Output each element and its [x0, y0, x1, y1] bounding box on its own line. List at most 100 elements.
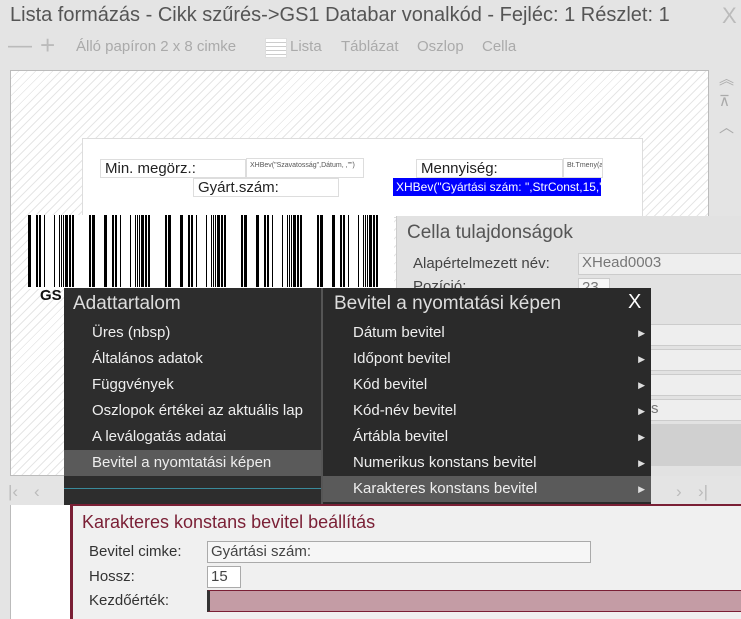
- name-field[interactable]: XHead0003: [578, 253, 741, 275]
- barcode-bar: [104, 215, 107, 287]
- window-title: Lista formázás - Cikk szűrés->GS1 Databa…: [10, 4, 670, 26]
- plus-button[interactable]: +: [40, 30, 55, 61]
- barcode-bar: [332, 215, 335, 287]
- barcode-bar: [367, 215, 368, 287]
- mennyiseg-value-cell[interactable]: Bt.Tmeny(akt,0): [563, 158, 603, 178]
- gyart-value-cell-selected[interactable]: XHBev("Gyártási szám: ",StrConst,15,""): [393, 178, 612, 196]
- name-label: Alapértelmezett név:: [413, 255, 550, 272]
- barcode-bar: [282, 215, 283, 287]
- min-label[interactable]: Min. megörz.:: [100, 159, 246, 178]
- barcode-bar: [139, 215, 140, 287]
- barcode-bar: [180, 215, 183, 287]
- initial-caption: Kezdőérték:: [89, 592, 170, 609]
- prop-area: [647, 424, 741, 466]
- gyart-label[interactable]: Gyárt.szám:: [193, 178, 339, 197]
- barcode-bar: [135, 215, 136, 287]
- barcode-bar: [221, 215, 223, 287]
- submenu-item-label: Kód-név bevitel: [353, 402, 457, 419]
- menu-item-general-data[interactable]: Általános adatok: [64, 346, 321, 372]
- close-button[interactable]: X: [722, 3, 737, 29]
- caret-right-icon: ▶: [638, 458, 645, 468]
- barcode-bar: [343, 215, 345, 287]
- barcode-bar: [61, 215, 62, 287]
- barcode-bar: [300, 215, 302, 287]
- barcode-bar: [65, 215, 68, 287]
- mennyiseg-label[interactable]: Mennyiség:: [416, 159, 563, 178]
- prev-page-button[interactable]: ‹: [34, 482, 40, 502]
- barcode-bar: [112, 215, 114, 287]
- caret-right-icon: ▶: [638, 432, 645, 442]
- tab-lista[interactable]: Lista: [290, 38, 322, 55]
- barcode-bar: [137, 215, 138, 287]
- tab-oszlop[interactable]: Oszlop: [417, 38, 464, 55]
- canvas-bottom: [10, 505, 70, 619]
- minus-button[interactable]: —: [8, 32, 32, 60]
- submenu-item-code-name[interactable]: Kód-név bevitel ▶: [323, 398, 651, 424]
- barcode-bar: [340, 215, 342, 287]
- barcode-bar: [54, 215, 55, 287]
- length-input[interactable]: 15: [207, 566, 241, 588]
- submenu-item-price-table[interactable]: Ártábla bevitel ▶: [323, 424, 651, 450]
- tab-tablazat[interactable]: Táblázat: [341, 38, 399, 55]
- barcode-bar: [206, 215, 207, 287]
- barcode-bar: [213, 215, 214, 287]
- barcode-bar: [188, 215, 190, 287]
- barcode-bar: [369, 215, 372, 287]
- submenu-close-button[interactable]: X: [628, 291, 641, 314]
- barcode-bar: [44, 215, 45, 287]
- label-input[interactable]: Gyártási szám:: [207, 541, 591, 563]
- barcode-bar: [215, 215, 216, 287]
- submenu-item-numeric-const[interactable]: Numerikus konstans bevitel ▶: [323, 450, 651, 476]
- barcode-bar: [69, 215, 71, 287]
- submenu-item-time[interactable]: Időpont bevitel ▶: [323, 346, 651, 372]
- menu-item-column-values[interactable]: Oszlopok értékei az aktuális lap: [64, 398, 321, 424]
- menu-divider: [64, 488, 321, 489]
- length-caption: Hossz:: [89, 568, 135, 585]
- tab-cella[interactable]: Cella: [482, 38, 516, 55]
- barcode-bar: [293, 215, 296, 287]
- prop-field-2[interactable]: [647, 349, 741, 371]
- scroll-up-icon[interactable]: ︿: [719, 116, 734, 137]
- barcode-bar: [217, 215, 220, 287]
- caret-right-icon: ▶: [638, 380, 645, 390]
- barcode-bar: [256, 215, 259, 287]
- barcode-bar: [289, 215, 290, 287]
- barcode-bar: [92, 215, 95, 287]
- menu-item-empty[interactable]: Üres (nbsp): [64, 320, 321, 346]
- barcode-bar: [59, 215, 60, 287]
- barcode-bar: [317, 215, 319, 287]
- barcode-bar: [36, 215, 38, 287]
- initial-value-input[interactable]: [207, 590, 741, 612]
- layout-selector[interactable]: Álló papíron 2 x 8 cimke: [76, 38, 236, 55]
- barcode-bar: [272, 215, 273, 287]
- prop-field-4[interactable]: s: [647, 399, 741, 421]
- first-page-button[interactable]: |‹: [8, 482, 18, 502]
- barcode-bar: [89, 215, 91, 287]
- barcode-bar: [115, 215, 117, 287]
- caret-right-icon: ▶: [638, 484, 645, 494]
- print-input-submenu: Bevitel a nyomtatási képen X Dátum bevit…: [321, 288, 651, 504]
- submenu-item-code[interactable]: Kód bevitel ▶: [323, 372, 651, 398]
- barcode-text: GS: [40, 287, 62, 304]
- barcode-bar: [145, 215, 147, 287]
- barcode-bar: [297, 215, 299, 287]
- barcode-bar: [168, 215, 171, 287]
- prop-field-3[interactable]: [647, 374, 741, 396]
- next-page-button[interactable]: ›: [676, 482, 682, 502]
- submenu-item-label: Kód bevitel: [353, 376, 428, 393]
- caret-right-icon: ▶: [638, 328, 645, 338]
- submenu-item-date[interactable]: Dátum bevitel ▶: [323, 320, 651, 346]
- barcode-bar: [373, 215, 375, 287]
- menu-item-print-input[interactable]: Bevitel a nyomtatási képen: [64, 450, 321, 476]
- prop-field-1[interactable]: [647, 324, 741, 346]
- dialog-title: Karakteres konstans bevitel beállítás: [82, 512, 376, 532]
- barcode-bar: [287, 215, 288, 287]
- scroll-top-icon[interactable]: ︽: [719, 68, 734, 89]
- barcode-bar: [348, 215, 349, 287]
- menu-item-functions[interactable]: Függvények: [64, 372, 321, 398]
- min-value-cell[interactable]: XHBev("Szavatosság",Dátum, ,""): [246, 158, 364, 178]
- submenu-item-char-const[interactable]: Karakteres konstans bevitel ▶: [323, 476, 651, 502]
- last-page-button[interactable]: ›|: [698, 482, 708, 502]
- menu-item-filter-data[interactable]: A leválogatás adatai: [64, 424, 321, 450]
- scroll-page-up-icon[interactable]: ⊼: [719, 92, 730, 110]
